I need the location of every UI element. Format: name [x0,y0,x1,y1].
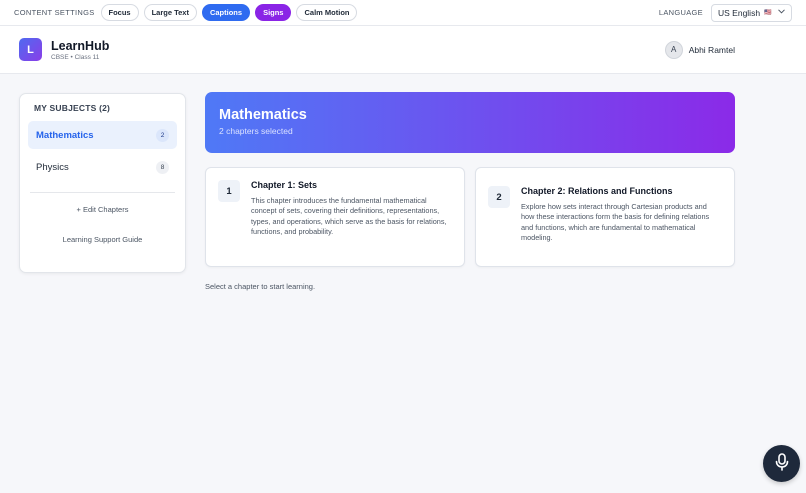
sidebar-item-label: Mathematics [36,129,94,141]
subjects-sidebar: MY SUBJECTS (2) Mathematics 2 Physics 8 … [19,93,186,273]
avatar: A [664,40,683,59]
language-value: US English [718,7,761,18]
language-select[interactable]: US English 🇺🇸 [711,3,792,22]
chapter-title: Chapter 2: Relations and Functions [521,186,673,196]
user-name: Abhi Ramtel [688,44,735,55]
chapter-description: This chapter introduces the fundamental … [251,196,447,236]
subject-title: Mathematics [219,107,307,123]
chapter-card[interactable]: 1 Chapter 1: Sets This chapter introduce… [205,167,465,267]
chapter-count-badge: 8 [156,160,169,174]
chapters-selected-count: 2 chapters selected [219,126,293,136]
brand-name: LearnHub [51,38,110,53]
app-header: L LearnHub CBSE • Class 11 A Abhi Ramtel [0,26,806,74]
sidebar-divider [30,192,175,193]
large-text-toggle[interactable]: Large Text [143,4,197,21]
us-flag-icon: 🇺🇸 [764,10,772,16]
chapter-count-badge: 2 [156,128,169,142]
focus-toggle[interactable]: Focus [100,4,139,21]
content-settings-label: CONTENT SETTINGS [14,8,95,17]
user-menu[interactable]: A Abhi Ramtel [664,40,735,59]
app-logo[interactable]: L [19,38,42,61]
calm-motion-toggle[interactable]: Calm Motion [296,4,358,21]
voice-assistant-button[interactable] [763,445,800,482]
signs-toggle[interactable]: Signs [255,4,292,21]
select-chapter-hint: Select a chapter to start learning. [205,282,316,291]
sidebar-item-label: Physics [36,161,69,173]
language-label: LANGUAGE [658,8,703,17]
brand: LearnHub CBSE • Class 11 [51,39,109,61]
captions-toggle[interactable]: Captions [201,4,251,21]
brand-subtitle: CBSE • Class 11 [51,53,100,61]
chapter-number: 2 [488,186,510,208]
chapter-card[interactable]: 2 Chapter 2: Relations and Functions Exp… [475,167,735,267]
subjects-title: MY SUBJECTS (2) [34,103,111,113]
sidebar-item-mathematics[interactable]: Mathematics 2 [28,121,177,149]
chapter-title: Chapter 1: Sets [251,180,318,190]
chapter-number: 1 [218,180,240,202]
chevron-down-icon [778,9,785,16]
edit-chapters-button[interactable]: + Edit Chapters [28,202,177,218]
content-settings-bar: CONTENT SETTINGS Focus Large Text Captio… [0,0,806,26]
sidebar-item-physics[interactable]: Physics 8 [28,153,177,181]
chapter-description: Explore how sets interact through Cartes… [521,202,710,242]
subject-banner: Mathematics 2 chapters selected [205,92,735,153]
microphone-icon [774,453,790,474]
learning-support-guide-link[interactable]: Learning Support Guide [28,232,177,248]
